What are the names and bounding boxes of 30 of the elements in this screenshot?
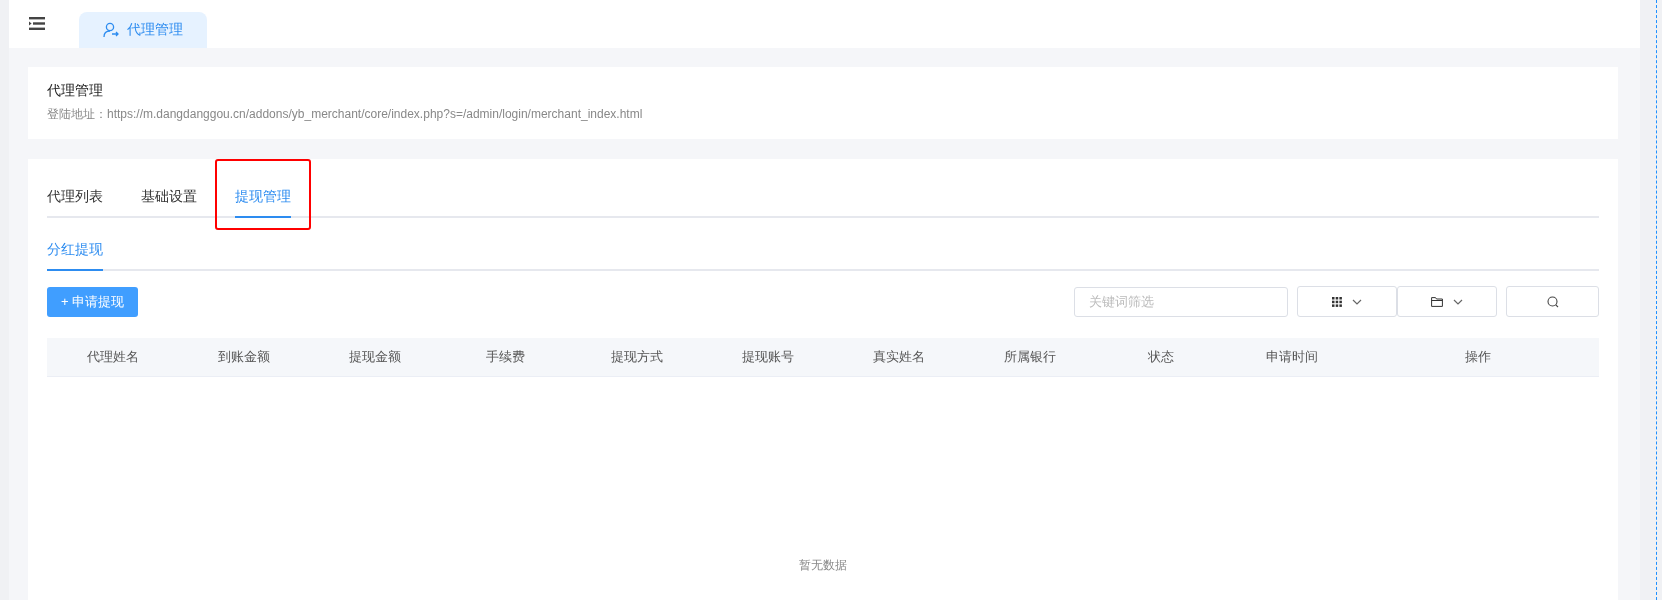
column-header: 手续费 <box>485 348 526 366</box>
column-header: 代理姓名 <box>85 348 140 366</box>
column-header: 提现金额 <box>347 348 402 366</box>
user-icon <box>103 22 119 38</box>
column-header: 操作 <box>1464 348 1492 366</box>
tab[interactable]: 代理列表 <box>47 183 103 218</box>
login-url-text: 登陆地址：https://m.dangdanggou.cn/addons/yb_merchant/core/index.php?s=/admin/login/merchant_index.html <box>47 106 644 123</box>
export-button[interactable] <box>1397 286 1497 317</box>
folder-icon <box>1431 296 1443 307</box>
column-header: 提现账号 <box>740 348 795 366</box>
page-tab[interactable]: 代理管理 <box>79 12 207 48</box>
apply-withdrawal-button[interactable]: + 申请提现 <box>47 286 139 317</box>
empty-state-text: 暂无数据 <box>798 557 848 574</box>
page-title: 代理管理 <box>47 82 104 100</box>
grid-icon <box>1332 296 1342 307</box>
column-header: 提现方式 <box>609 348 664 366</box>
column-header: 到账金额 <box>216 348 271 366</box>
tab[interactable]: 提现管理 <box>235 183 291 218</box>
sub-tab[interactable]: 分红提现 <box>47 236 103 271</box>
column-header: 真实姓名 <box>871 348 926 366</box>
tab[interactable]: 基础设置 <box>141 183 197 218</box>
column-view-button[interactable] <box>1297 286 1397 317</box>
chevron-down-icon <box>1352 298 1362 305</box>
keyword-search-field[interactable]: 关键词筛选 <box>1074 286 1288 317</box>
menu-icon[interactable] <box>29 17 45 30</box>
search-icon <box>1546 295 1559 308</box>
column-header: 所属银行 <box>1002 348 1057 366</box>
column-header: 状态 <box>1146 348 1175 366</box>
chevron-down-icon <box>1453 298 1463 305</box>
column-header: 申请时间 <box>1264 348 1319 366</box>
